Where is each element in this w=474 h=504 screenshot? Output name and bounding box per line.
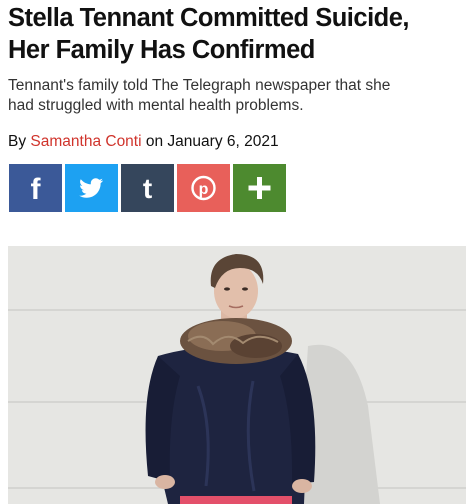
twitter-icon (79, 178, 103, 198)
article-photo (8, 246, 466, 504)
dek-line-1: Tennant's family told The Telegraph news… (8, 77, 391, 94)
tumblr-icon: t (143, 173, 152, 204)
plus-icon (248, 177, 271, 199)
byline-prefix: By (8, 133, 31, 150)
portrait-image (8, 246, 466, 504)
author-link[interactable]: Samantha Conti (30, 133, 141, 150)
headline-line-1: Stella Tennant Committed Suicide, (8, 4, 410, 32)
headline: Stella Tennant Committed Suicide, Her Fa… (8, 2, 470, 66)
svg-text:t: t (143, 173, 152, 204)
more-share-button[interactable] (233, 164, 286, 212)
facebook-share-button[interactable]: f (9, 164, 62, 212)
byline-on: on (141, 133, 168, 150)
headline-line-2: Her Family Has Confirmed (8, 36, 315, 64)
pinterest-icon: p (191, 175, 216, 201)
facebook-icon: f (31, 173, 42, 206)
article: Stella Tennant Committed Suicide, Her Fa… (0, 0, 474, 504)
share-buttons: f t p (9, 164, 286, 212)
dek-line-2: had struggled with mental health problem… (8, 97, 304, 114)
article-dek: Tennant's family told The Telegraph news… (8, 76, 470, 116)
byline: By Samantha Conti on January 6, 2021 (8, 132, 279, 152)
publish-date: January 6, 2021 (167, 133, 279, 150)
pinterest-share-button[interactable]: p (177, 164, 230, 212)
twitter-share-button[interactable] (65, 164, 118, 212)
svg-text:f: f (31, 173, 42, 206)
tumblr-share-button[interactable]: t (121, 164, 174, 212)
svg-text:p: p (199, 181, 209, 198)
